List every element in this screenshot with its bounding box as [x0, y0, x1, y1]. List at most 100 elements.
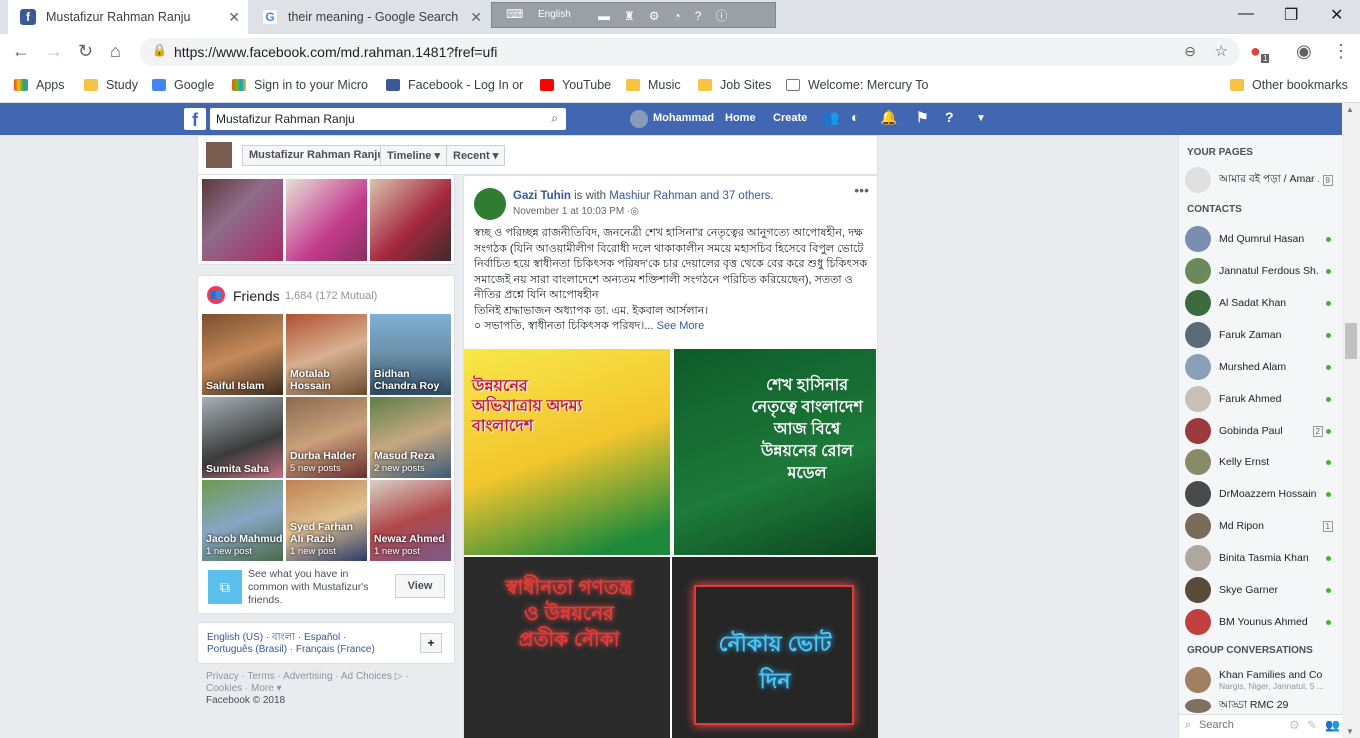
timeline-button[interactable]: Timeline ▾ [380, 145, 448, 166]
contact-item[interactable]: Faruk Zaman [1185, 321, 1337, 349]
zoom-icon[interactable]: ⊖ [1184, 43, 1196, 60]
scroll-up-icon[interactable]: ▲ [1346, 105, 1354, 114]
post-image[interactable]: নৌকায় ভোট দিন [672, 557, 878, 738]
chevron-down-icon[interactable]: ▼ [976, 113, 986, 124]
restore-icon[interactable]: ❐ [1284, 5, 1298, 25]
messenger-icon[interactable]: ◐ [851, 109, 859, 125]
footer-links[interactable]: Privacy · Terms · Advertising · Ad Choic… [206, 671, 409, 694]
post-image[interactable]: উন্নয়নের অভিযাত্রায় অদম্য বাংলাদেশ [464, 349, 670, 555]
contact-item[interactable]: DrMoazzem Hossain ... [1185, 480, 1337, 508]
avatar[interactable] [630, 110, 648, 128]
close-icon[interactable]: ✕ [470, 9, 482, 26]
home-icon[interactable]: ⌂ [110, 41, 121, 62]
reload-icon[interactable]: ↻ [78, 41, 93, 62]
tab-facebook[interactable]: f Mustafizur Rahman Ranju ✕ [8, 0, 248, 34]
contact-item[interactable]: Kelly Ernst [1185, 448, 1337, 476]
bookmark-music[interactable]: Music [626, 78, 681, 92]
help-icon[interactable]: ? [945, 109, 954, 125]
friends-title[interactable]: Friends [233, 288, 280, 304]
friend-tile[interactable]: Syed Farhan Ali Razib 1 new post [286, 480, 367, 561]
settings-icon[interactable]: ⚙ [1289, 718, 1300, 732]
notifications-icon[interactable]: 🔔 [880, 109, 897, 126]
friend-tile[interactable]: Motalab Hossain [286, 314, 367, 395]
contact-item[interactable]: Gobinda Paul 2 [1185, 417, 1337, 445]
friend-tile[interactable]: Saiful Islam [202, 314, 283, 395]
page-item[interactable]: আমার বই পড়া / Amar ... 9 [1185, 166, 1337, 194]
photo-thumb[interactable] [286, 179, 367, 261]
post-author[interactable]: Gazi Tuhin [513, 190, 571, 202]
photo-thumb[interactable] [202, 179, 283, 261]
profile-name-button[interactable]: Mustafizur Rahman Ranju [242, 145, 392, 166]
forward-icon[interactable]: → [45, 41, 63, 62]
profile-thumb[interactable] [206, 142, 232, 168]
photo-thumb[interactable] [370, 179, 451, 261]
group-item[interactable]: Khan Families and Co Nargis, Niger, Jann… [1185, 665, 1337, 695]
contact-item[interactable]: Faruk Ahmed [1185, 385, 1337, 413]
friend-tile[interactable]: Sumita Saha [202, 397, 283, 478]
more-options-icon[interactable]: ••• [854, 182, 869, 198]
scroll-down-icon[interactable]: ▼ [1346, 727, 1354, 736]
bookmark-job-sites[interactable]: Job Sites [698, 78, 771, 92]
create-link[interactable]: Create [773, 112, 807, 124]
friend-requests-icon[interactable]: 👥 [822, 109, 839, 126]
search-icon[interactable]: ⌕ [551, 111, 558, 126]
chat-search-input[interactable] [1199, 719, 1279, 731]
friend-tile[interactable]: Masud Reza 2 new posts [370, 397, 451, 478]
scrollbar-thumb[interactable] [1345, 323, 1357, 359]
profile-icon[interactable]: ◉ [1296, 41, 1312, 62]
compose-icon[interactable]: ✎ [1307, 718, 1317, 732]
menu-icon[interactable]: ⋮ [1332, 41, 1350, 62]
close-window-icon[interactable]: ✕ [1330, 5, 1343, 25]
address-bar[interactable]: 🔒 https://www.facebook.com/md.rahman.148… [140, 38, 1240, 66]
facebook-logo-icon[interactable]: f [184, 108, 206, 130]
contact-item[interactable]: Md Qumrul Hasan [1185, 225, 1337, 253]
contact-item[interactable]: Murshed Alam [1185, 353, 1337, 381]
create-group-icon[interactable]: 👥 [1325, 718, 1340, 732]
contact-item[interactable]: BM Younus Ahmed [1185, 608, 1337, 636]
group-item[interactable]: আড্ডা RMC 29 [1185, 698, 1337, 714]
quick-help-icon[interactable]: ⚑ [916, 109, 929, 126]
contact-item[interactable]: Skye Garner [1185, 576, 1337, 604]
contact-item[interactable]: Binita Tasmia Khan [1185, 544, 1337, 572]
tagged-others[interactable]: and 37 others. [700, 190, 774, 202]
tab-title: their meaning - Google Search [288, 10, 459, 24]
see-more-link[interactable]: See More [657, 320, 705, 332]
other-bookmarks[interactable]: Other bookmarks [1230, 78, 1348, 92]
bookmarks-bar: Apps Study Google Sign in to your Micro … [0, 70, 1360, 103]
post-image[interactable]: স্বাধীনতা গণতন্ত্র ও উন্নয়নের প্রতীক নৌ… [464, 557, 670, 738]
profile-link[interactable]: Mohammad [653, 112, 714, 124]
bookmark-study[interactable]: Study [84, 78, 138, 92]
tab-google[interactable]: G their meaning - Google Search ✕ [250, 0, 490, 34]
bookmark-microsoft[interactable]: Sign in to your Micro [232, 78, 368, 92]
language-links[interactable]: English (US) · বাংলা · Español · [207, 632, 346, 643]
friend-tile[interactable]: Bidhan Chandra Roy [370, 314, 451, 395]
contact-item[interactable]: Al Sadat Khan [1185, 289, 1337, 317]
close-icon[interactable]: ✕ [228, 9, 240, 26]
minimize-icon[interactable]: — [1238, 5, 1254, 23]
friend-tile[interactable]: Jacob Mahmud 1 new post [202, 480, 283, 561]
friend-tile[interactable]: Durba Halder 5 new posts [286, 397, 367, 478]
language-links-2[interactable]: Português (Brasil) · Français (France) [207, 644, 375, 655]
extension-icon[interactable]: ● [1250, 41, 1261, 62]
bookmark-facebook[interactable]: Facebook - Log In or [386, 78, 523, 92]
back-icon[interactable]: ← [12, 41, 30, 62]
facebook-search-input[interactable]: Mustafizur Rahman Ranju ⌕ [210, 108, 566, 130]
post-time[interactable]: November 1 at 10:03 PM [513, 206, 624, 217]
page-scrollbar[interactable]: ▲ ▼ [1342, 103, 1360, 738]
post-image[interactable]: শেখ হাসিনার নেতৃত্বে বাংলাদেশ আজ বিশ্বে … [674, 349, 876, 555]
bookmark-mercury[interactable]: Welcome: Mercury To [786, 78, 928, 92]
friend-tile[interactable]: Newaz Ahmed 1 new post [370, 480, 451, 561]
home-link[interactable]: Home [725, 112, 756, 124]
bookmark-apps[interactable]: Apps [14, 78, 65, 92]
contact-item[interactable]: Md Ripon 1 [1185, 512, 1337, 540]
bookmark-google[interactable]: Google [152, 78, 214, 92]
star-icon[interactable]: ☆ [1215, 42, 1228, 60]
tagged-user[interactable]: Mashiur Rahman [609, 190, 697, 202]
contact-item[interactable]: Jannatul Ferdous Sh... [1185, 257, 1337, 285]
recent-button[interactable]: Recent ▾ [446, 145, 506, 166]
avatar[interactable] [474, 188, 506, 220]
language-bar[interactable]: ⌨ English ▬♜⚙◔?ⓘ [491, 2, 776, 28]
bookmark-youtube[interactable]: YouTube [540, 78, 611, 92]
add-language-button[interactable]: + [420, 633, 442, 653]
view-common-button[interactable]: View [395, 574, 445, 598]
